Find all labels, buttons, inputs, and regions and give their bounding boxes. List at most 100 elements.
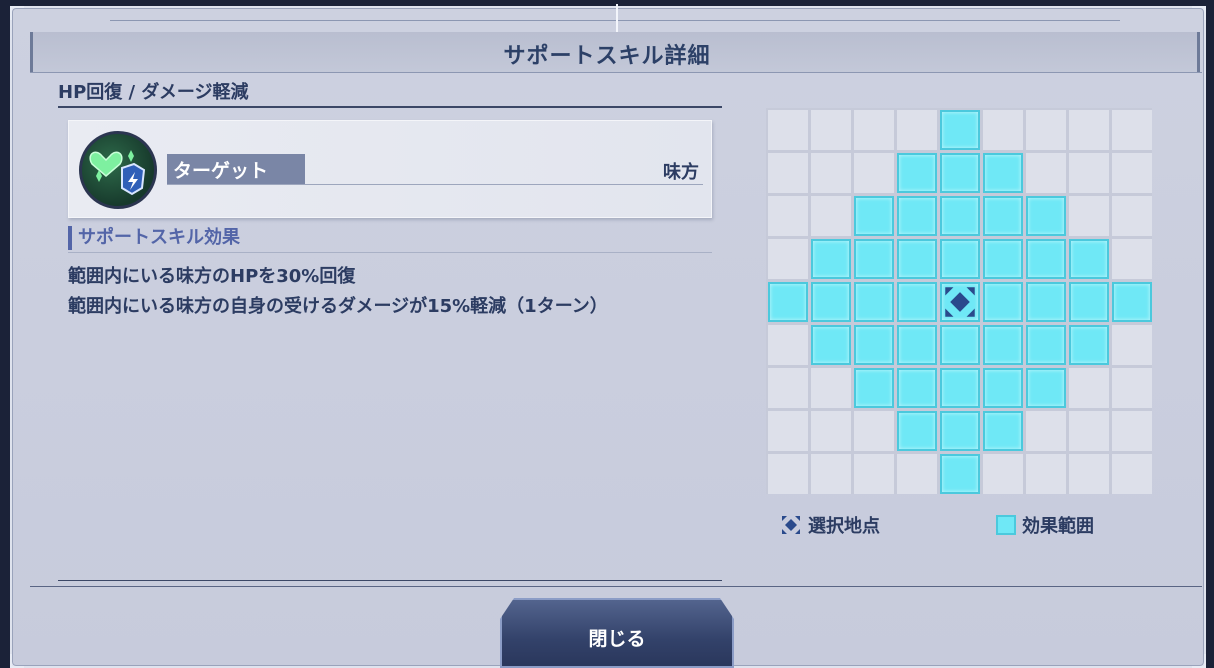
grid-cell-empty [1069,110,1109,150]
grid-cell-empty [1112,110,1152,150]
grid-cell-empty [1026,110,1066,150]
grid-cell-empty [897,110,937,150]
effect-range-grid [766,108,1152,494]
grid-cell-in-range [983,153,1023,193]
effect-heading: サポートスキル効果 [68,226,240,250]
grid-cell-in-range [940,325,980,365]
grid-cell-in-range [1026,239,1066,279]
grid-cell-in-range [854,368,894,408]
grid-cell-empty [768,110,808,150]
grid-cell-in-range [811,239,851,279]
grid-cell-in-range [983,325,1023,365]
frame-corner [1192,654,1206,668]
grid-cell-empty [1112,239,1152,279]
grid-cell-in-range [983,239,1023,279]
frame-corner [10,654,24,668]
grid-cell-in-range [940,196,980,236]
legend-effect-range: 効果範囲 [996,512,1094,538]
effect-heading-divider [68,252,712,253]
grid-cell-in-range [897,153,937,193]
legend-effect-range-label: 効果範囲 [1022,516,1094,537]
grid-cell-in-range [1026,282,1066,322]
target-card: ターゲット 味方 [68,120,712,218]
footer-rule [30,586,1202,587]
header-rule [110,20,1120,21]
target-value: 味方 [663,162,699,183]
grid-cell-in-range [940,368,980,408]
grid-cell-in-range [811,282,851,322]
grid-cell-empty [1069,196,1109,236]
grid-cell-empty [1112,411,1152,451]
frame-corner [1192,6,1206,20]
support-skill-icon [79,131,157,209]
grid-cell-empty [768,196,808,236]
grid-cell-empty [854,153,894,193]
grid-cell-empty [768,325,808,365]
dialog-title: サポートスキル詳細 [503,44,711,69]
grid-cell-in-range [983,196,1023,236]
grid-cell-empty [854,110,894,150]
grid-cell-in-range [940,110,980,150]
grid-cell-empty [854,411,894,451]
grid-cell-empty [983,110,1023,150]
grid-cell-in-range [1069,239,1109,279]
grid-cell-empty [1026,153,1066,193]
grid-cell-empty [983,454,1023,494]
header-underline [30,72,1202,73]
grid-cell-in-range [768,282,808,322]
grid-cell-empty [768,411,808,451]
grid-cell-in-range [854,325,894,365]
grid-cell-in-range [1112,282,1152,322]
grid-cell-in-range [940,454,980,494]
grid-cell-in-range [1069,282,1109,322]
grid-cell-empty [811,153,851,193]
grid-cell-empty [768,454,808,494]
grid-cell-empty [768,368,808,408]
grid-cell-in-range [854,196,894,236]
grid-cell-in-range [897,239,937,279]
grid-cell-empty [1112,454,1152,494]
grid-cell-selected-point [940,282,980,322]
grid-cell-empty [1026,411,1066,451]
grid-cell-in-range [854,239,894,279]
grid-cell-in-range [897,282,937,322]
grid-cell-empty [768,153,808,193]
grid-cell-empty [811,454,851,494]
effect-description: 範囲内にいる味方のHPを30%回復 範囲内にいる味方の自身の受けるダメージが15… [68,262,688,322]
grid-cell-in-range [897,368,937,408]
grid-cell-empty [1069,368,1109,408]
grid-cell-empty [897,454,937,494]
grid-cell-empty [854,454,894,494]
grid-cell-empty [1112,325,1152,365]
grid-cell-empty [811,368,851,408]
grid-cell-in-range [940,239,980,279]
grid-cell-in-range [1026,325,1066,365]
skill-name-underline [58,106,722,108]
grid-cell-empty [811,196,851,236]
header-center-tick [616,4,618,32]
grid-cell-in-range [940,411,980,451]
grid-cell-empty [1112,368,1152,408]
grid-cell-empty [811,411,851,451]
legend-selected-point: 選択地点 [780,512,880,541]
effect-line-2: 範囲内にいる味方の自身の受けるダメージが15%軽減（1ターン） [68,296,608,317]
grid-cell-in-range [983,368,1023,408]
target-label: ターゲット [173,160,269,182]
grid-cell-in-range [983,282,1023,322]
grid-cell-in-range [1069,325,1109,365]
grid-cell-empty [1112,196,1152,236]
frame-corner [10,6,24,20]
grid-cell-empty [1069,411,1109,451]
close-button[interactable]: 閉じる [500,598,734,668]
grid-cell-in-range [811,325,851,365]
grid-cell-in-range [1026,196,1066,236]
grid-cell-empty [1026,454,1066,494]
selected-point-icon [945,287,975,317]
grid-cell-empty [1069,153,1109,193]
grid-cell-empty [811,110,851,150]
grid-cell-empty [1069,454,1109,494]
legend-selected-point-label: 選択地点 [808,516,880,537]
grid-cell-in-range [1026,368,1066,408]
grid-cell-in-range [897,411,937,451]
grid-cell-empty [768,239,808,279]
